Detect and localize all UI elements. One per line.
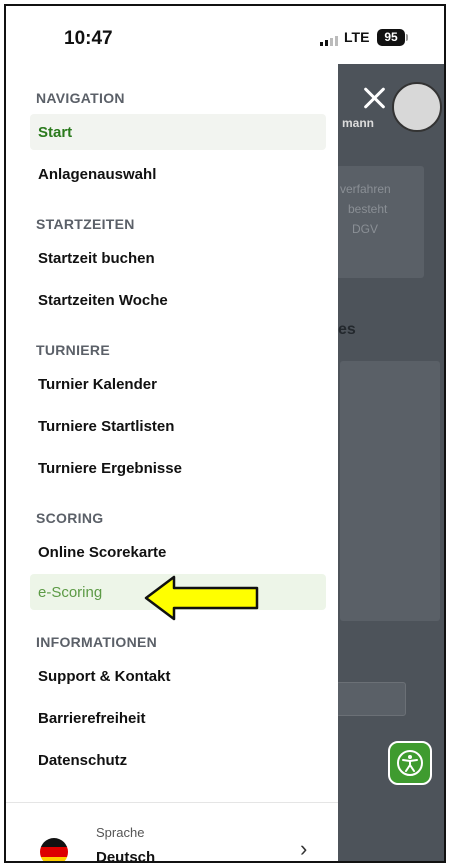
accessibility-button[interactable]: [388, 741, 432, 785]
background-card-line: DGV: [352, 222, 379, 236]
menu-item-turnier-kalender[interactable]: Turnier Kalender: [30, 366, 326, 402]
german-flag-icon: [40, 838, 68, 861]
menu-item-barrierefreiheit[interactable]: Barrierefreiheit: [30, 700, 326, 736]
menu-item-startzeiten-woche[interactable]: Startzeiten Woche: [30, 282, 326, 318]
battery-icon: 95: [377, 29, 405, 46]
background-profile-name: mann: [342, 116, 375, 130]
network-type: LTE: [344, 29, 370, 45]
battery-tip: [406, 34, 408, 41]
background-panel: [340, 361, 440, 621]
section-header-informationen: INFORMATIONEN: [36, 634, 158, 650]
language-caption: Sprache: [96, 825, 145, 840]
section-header-navigation: NAVIGATION: [36, 90, 125, 106]
club-logo: [392, 82, 442, 132]
menu-item-online-scorekarte[interactable]: Online Scorekarte: [30, 534, 326, 570]
menu-item-support-kontakt[interactable]: Support & Kontakt: [30, 658, 326, 694]
status-bar: 10:47 LTE 95: [6, 6, 444, 64]
background-card-line: besteht: [348, 202, 388, 216]
background-card-line: verfahren: [340, 182, 391, 196]
menu-item-datenschutz[interactable]: Datenschutz: [30, 742, 326, 778]
menu-item-anlagenauswahl[interactable]: Anlagenauswahl: [30, 156, 326, 192]
chevron-right-icon: ›: [300, 836, 308, 861]
language-value: Deutsch: [96, 849, 156, 863]
section-header-turniere: TURNIERE: [36, 342, 110, 358]
background-section-title: es: [338, 321, 356, 338]
signal-strength-icon: [320, 36, 338, 46]
phone-screen: mann verfahren besteht DGV es 10:47 LTE …: [4, 4, 446, 863]
menu-item-startzeit-buchen[interactable]: Startzeit buchen: [30, 240, 326, 276]
close-icon[interactable]: [358, 82, 390, 114]
navigation-drawer: NAVIGATION Start Anlagenauswahl STARTZEI…: [6, 64, 338, 861]
left-arrow-annotation: [144, 575, 259, 621]
section-header-startzeiten: STARTZEITEN: [36, 216, 135, 232]
menu-item-turniere-ergebnisse[interactable]: Turniere Ergebnisse: [30, 450, 326, 486]
menu-item-turniere-startlisten[interactable]: Turniere Startlisten: [30, 408, 326, 444]
background-input: [336, 682, 406, 716]
accessibility-icon: [397, 750, 423, 776]
menu-item-start[interactable]: Start: [30, 114, 326, 150]
section-header-scoring: SCORING: [36, 510, 104, 526]
language-selector[interactable]: Sprache Deutsch ›: [6, 802, 338, 861]
status-time: 10:47: [64, 28, 113, 49]
